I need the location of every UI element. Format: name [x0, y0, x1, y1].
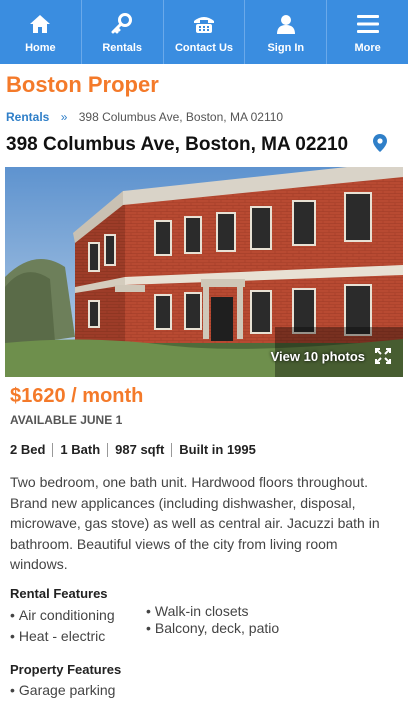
nav-rentals-label: Rentals: [102, 42, 143, 54]
spec-year-built: Built in 1995: [171, 443, 263, 457]
list-item: Walk-in closets: [146, 603, 279, 620]
nav-contact-label: Contact Us: [174, 42, 234, 54]
rental-features-list-2: Walk-in closets Balcony, deck, patio: [146, 603, 279, 637]
nav-signin-label: Sign In: [267, 42, 305, 54]
rent-price: $1620 / month: [10, 385, 144, 407]
spec-area: 987 sqft: [107, 443, 171, 457]
view-photos-link[interactable]: View 10 photos: [271, 349, 365, 364]
top-nav: Home Rentals Contact Us Sign In More: [0, 0, 408, 64]
nav-home-label: Home: [25, 42, 56, 54]
phone-icon: [191, 12, 217, 36]
rental-features-heading: Rental Features: [10, 586, 108, 601]
fullscreen-expand-icon[interactable]: [375, 348, 391, 364]
property-features-list: Garage parking: [10, 682, 116, 699]
spec-bedrooms: 2 Bed: [10, 442, 46, 457]
rental-features-list-1: Air conditioning Heat - electric: [10, 607, 115, 649]
availability-date: AVAILABLE JUNE 1: [10, 413, 123, 427]
breadcrumb: Rentals » 398 Columbus Ave, Boston, MA 0…: [6, 110, 283, 124]
breadcrumb-rentals-link[interactable]: Rentals: [6, 110, 49, 124]
nav-home[interactable]: Home: [0, 0, 82, 64]
nav-rentals[interactable]: Rentals: [82, 0, 164, 64]
listing-specs: 2 Bed 1 Bath 987 sqft Built in 1995: [10, 443, 263, 457]
menu-icon: [355, 12, 381, 36]
user-icon: [273, 12, 299, 36]
page-title: 398 Columbus Ave, Boston, MA 02210: [6, 134, 349, 155]
key-icon: [109, 12, 135, 36]
brand-title[interactable]: Boston Proper: [6, 72, 159, 98]
property-features-heading: Property Features: [10, 662, 122, 677]
list-item: Air conditioning: [10, 607, 115, 628]
listing-photo[interactable]: View 10 photos: [5, 167, 403, 377]
nav-contact[interactable]: Contact Us: [164, 0, 246, 64]
nav-more-label: More: [354, 42, 381, 54]
list-item: Garage parking: [10, 682, 116, 699]
list-item: Balcony, deck, patio: [146, 620, 279, 637]
nav-signin[interactable]: Sign In: [245, 0, 328, 64]
nav-more[interactable]: More: [327, 0, 408, 64]
list-item: Heat - electric: [10, 628, 115, 649]
building-photo: [5, 167, 403, 377]
breadcrumb-current: 398 Columbus Ave, Boston, MA 02110: [78, 110, 284, 124]
listing-description: Two bedroom, one bath unit. Hardwood flo…: [10, 474, 380, 572]
breadcrumb-separator: »: [60, 110, 68, 124]
spec-bathrooms: 1 Bath: [52, 443, 107, 457]
home-icon: [27, 12, 53, 36]
map-pin-icon[interactable]: [373, 134, 387, 152]
